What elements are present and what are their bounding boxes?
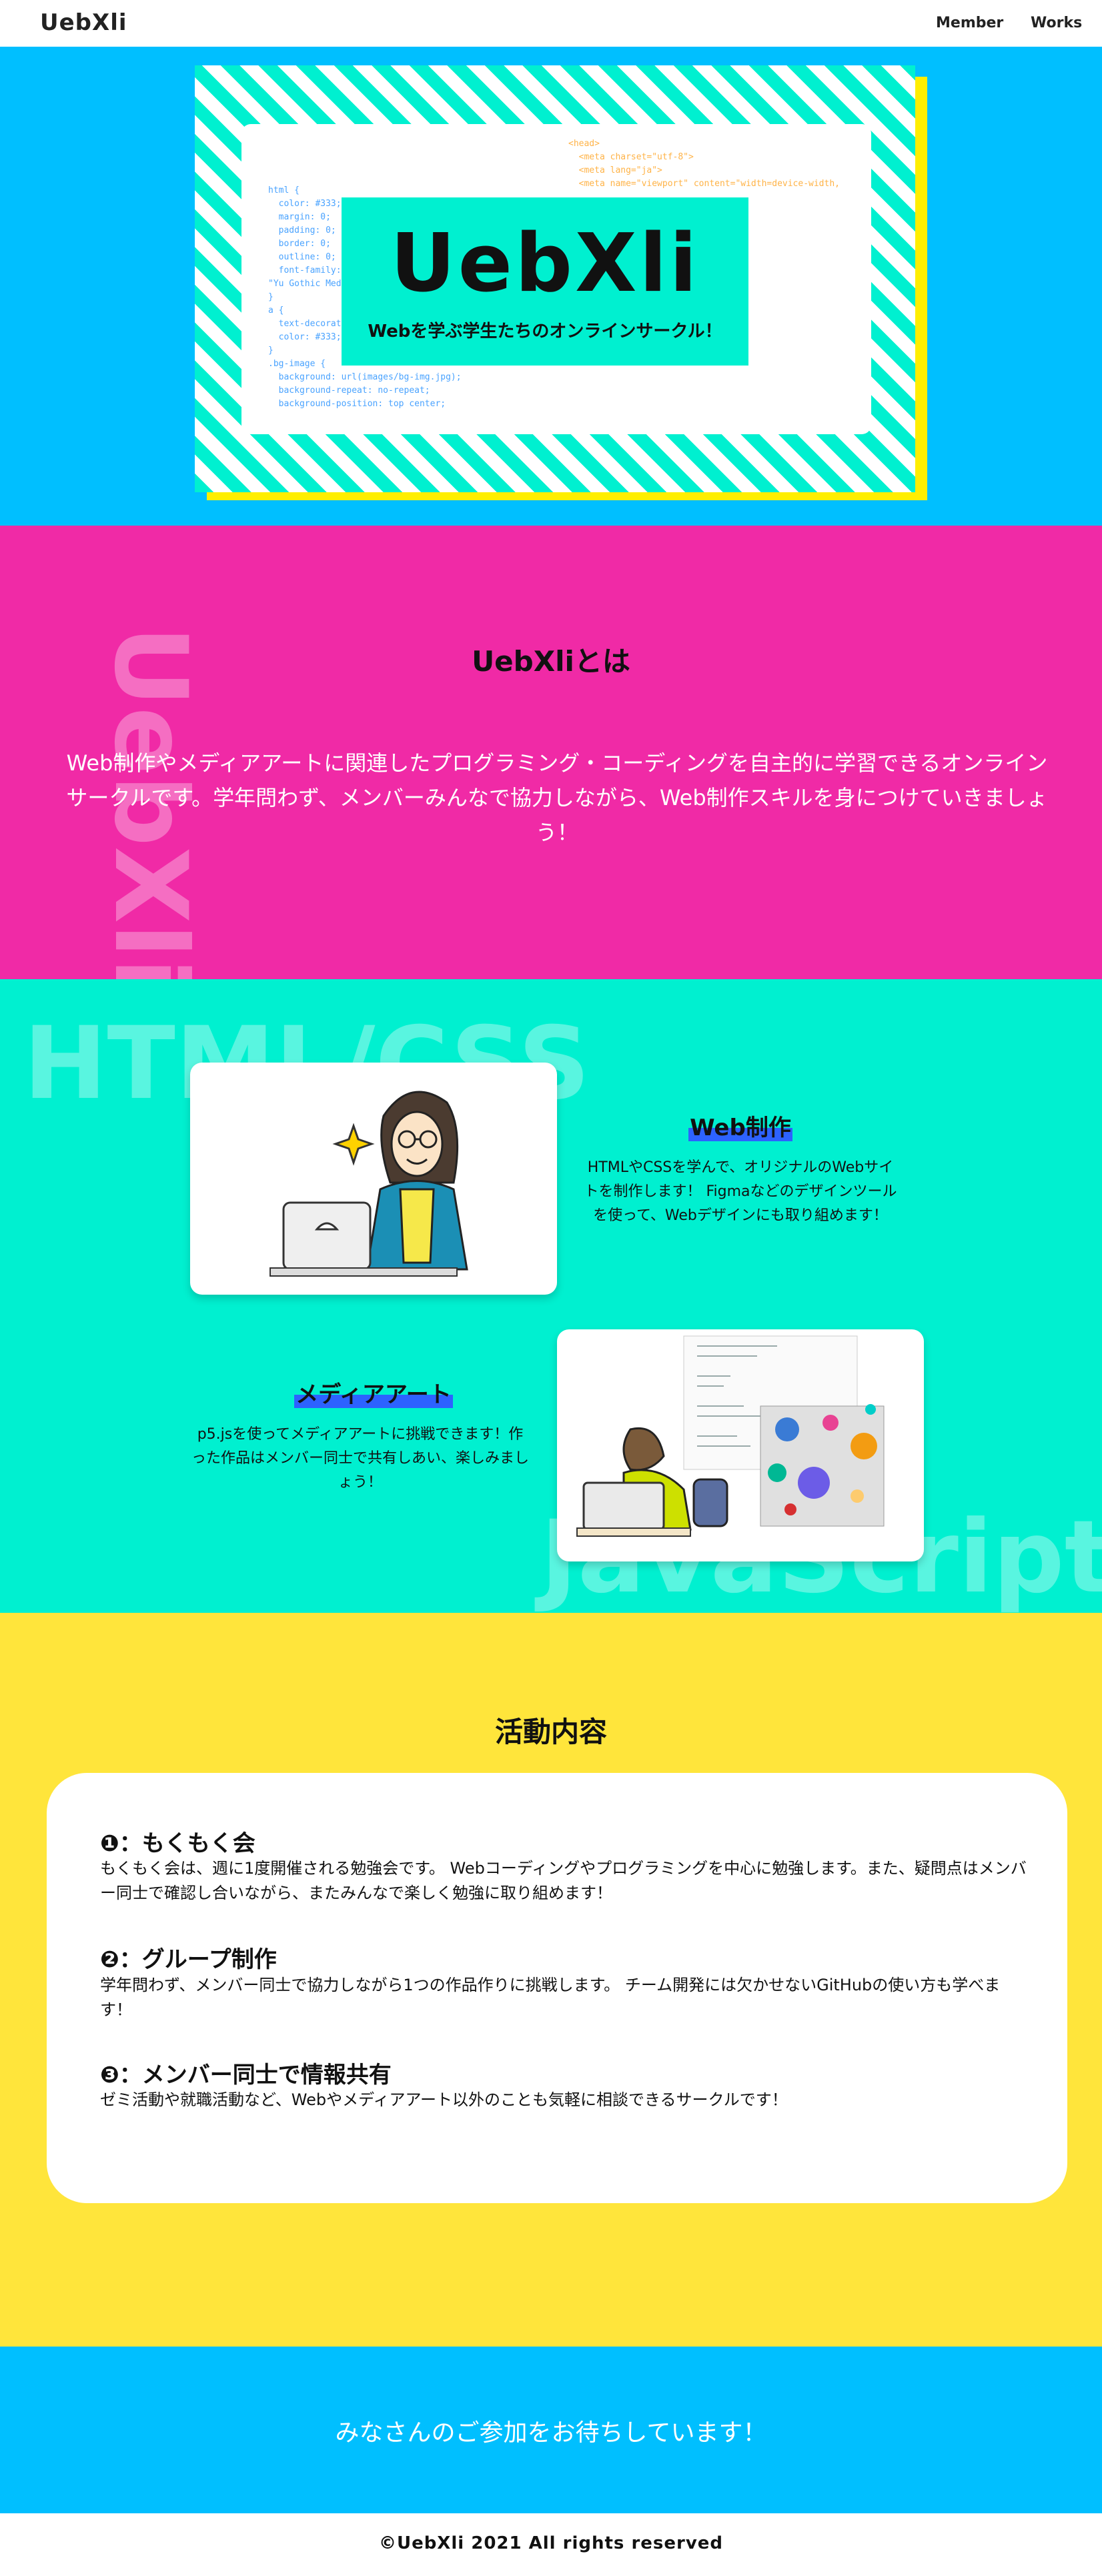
web-production-image-card bbox=[190, 1063, 557, 1295]
activity-item-title: ❶：もくもく会 bbox=[100, 1830, 255, 1857]
web-production-title-text: Web制作 bbox=[688, 1115, 792, 1141]
hero-subtitle: Webを学ぶ学生たちのオンラインサークル！ bbox=[368, 321, 722, 342]
hero-section: html { color: #333; margin: 0; padding: … bbox=[0, 47, 1102, 526]
call-to-action-section: みなさんのご参加をお待ちしています！ bbox=[0, 2347, 1102, 2513]
copyright-text: ©UebXli 2021 All rights reserved bbox=[378, 2533, 724, 2553]
about-title: UebXliとは bbox=[472, 645, 630, 678]
site-logo[interactable]: UebXli bbox=[40, 9, 127, 36]
media-art-title: メディアアート bbox=[190, 1376, 557, 1409]
about-description: Web制作やメディアアートに関連したプログラミング・コーディングを自主的に学習で… bbox=[66, 750, 1048, 845]
site-header: UebXli Member Works bbox=[0, 0, 1102, 47]
nav-works-link[interactable]: Works bbox=[1031, 15, 1082, 31]
hero-striped-frame: html { color: #333; margin: 0; padding: … bbox=[195, 65, 915, 492]
about-section: UebXli UebXliとは Web制作やメディアアートに関連したプログラミン… bbox=[0, 526, 1102, 979]
activities-section: 活動内容 ❶：もくもく会 もくもく会は、週に1度開催される勉強会です。 Webコ… bbox=[0, 1613, 1102, 2347]
web-production-description: HTMLやCSSを学んで、オリジナルのWebサイトを制作します！ Figmaなど… bbox=[584, 1159, 897, 1224]
works-section: HTML/CSS JavaScript Web制作 HTMLやCSSを学んで、オ bbox=[0, 979, 1102, 1613]
call-to-action-text: みなさんのご参加をお待ちしています！ bbox=[335, 2419, 767, 2447]
hero-title: UebXli bbox=[390, 217, 700, 310]
activity-item-title: ❸：メンバー同士で情報共有 bbox=[100, 2062, 392, 2088]
activity-item-text: もくもく会は、週に1度開催される勉強会です。 Webコーディングやプログラミング… bbox=[100, 1859, 1027, 1902]
media-art-description: p5.jsを使ってメディアアートに挑戦できます！作った作品はメンバー同士で共有し… bbox=[191, 1426, 529, 1491]
activities-title: 活動内容 bbox=[494, 1716, 607, 1748]
web-production-title: Web制作 bbox=[580, 1109, 901, 1142]
student-laptop-illustration bbox=[269, 1091, 468, 1277]
media-art-image-card bbox=[557, 1329, 924, 1561]
site-footer: ©UebXli 2021 All rights reserved bbox=[0, 2513, 1102, 2576]
activity-item-text: ゼミ活動や就職活動など、Webやメディアアート以外のことも気軽に相談できるサーク… bbox=[100, 2090, 788, 2109]
activities-card: ❶：もくもく会 もくもく会は、週に1度開催される勉強会です。 Webコーディング… bbox=[47, 1773, 1067, 2203]
sparkle-icon bbox=[332, 1123, 375, 1166]
activity-item-text: 学年問わず、メンバー同士で協力しながら1つの作品作りに挑戦します。 チーム開発に… bbox=[100, 1976, 1001, 2019]
nav-member-link[interactable]: Member bbox=[936, 15, 1003, 31]
media-art-title-text: メディアアート bbox=[294, 1381, 453, 1408]
activity-item-title: ❷：グループ制作 bbox=[100, 1946, 277, 1973]
hero-code-panel: html { color: #333; margin: 0; padding: … bbox=[241, 124, 871, 434]
hero-title-box: UebXli Webを学ぶ学生たちのオンラインサークル！ bbox=[342, 197, 748, 366]
media-art-illustration bbox=[576, 1335, 885, 1537]
